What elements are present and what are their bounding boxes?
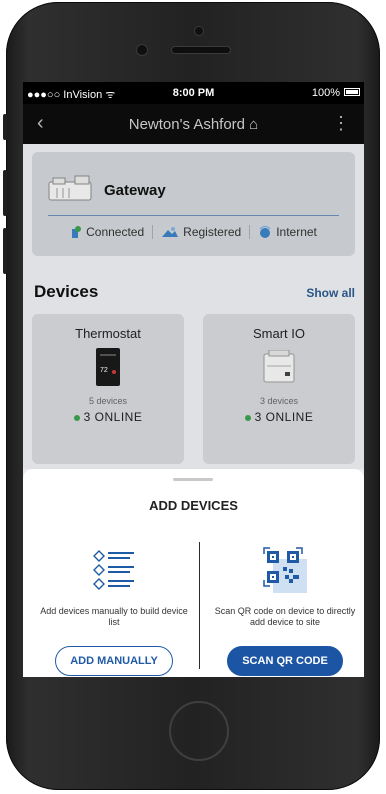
add-devices-sheet: ADD DEVICES Add devices manually to buil… xyxy=(23,469,364,677)
device-online-status: 3 ONLINE xyxy=(203,410,355,424)
mute-switch xyxy=(3,114,7,140)
registered-icon xyxy=(162,227,179,237)
device-count: 5 devices xyxy=(88,396,128,406)
device-online-status: 3 ONLINE xyxy=(32,410,184,424)
status-connected: Connected xyxy=(62,225,152,239)
gateway-title: Gateway xyxy=(104,182,166,199)
volume-up-button xyxy=(3,170,7,216)
front-camera xyxy=(194,26,204,36)
nav-bar: ‹ Newton's Ashford ⌂ ⋮ xyxy=(23,104,364,144)
device-card-thermostat[interactable]: Thermostat 72 5 devices 3 ONLINE xyxy=(32,314,184,464)
battery-icon xyxy=(344,88,360,96)
internet-icon xyxy=(259,225,271,238)
sheet-drag-handle[interactable] xyxy=(173,478,213,481)
devices-header: Devices Show all xyxy=(32,270,355,310)
online-dot-icon xyxy=(244,414,251,421)
proximity-sensor xyxy=(136,44,148,56)
battery-percent: 100% xyxy=(311,87,340,99)
status-bar: ●●●○○ InVision ᯤ 8:00 PM 100% xyxy=(23,82,364,104)
status-registered-label: Registered xyxy=(183,225,242,239)
thermostat-icon: 72 xyxy=(96,348,120,386)
svg-text:72: 72 xyxy=(100,367,108,374)
options-divider xyxy=(199,542,200,669)
status-connected-label: Connected xyxy=(86,225,145,239)
add-manually-button[interactable]: ADD MANUALLY xyxy=(55,646,173,676)
home-button[interactable] xyxy=(169,701,229,761)
add-manually-description: Add devices manually to build device lis… xyxy=(40,606,188,627)
gateway-divider xyxy=(48,215,339,216)
device-category-row: Thermostat 72 5 devices 3 ONLINE Smart I… xyxy=(32,314,355,464)
scan-qr-description: Scan QR code on device to directly add d… xyxy=(214,606,356,627)
status-internet-label: Internet xyxy=(276,225,317,239)
checklist-icon xyxy=(93,550,134,590)
device-count: 3 devices xyxy=(259,396,299,406)
device-name: Thermostat xyxy=(75,326,141,341)
online-dot-icon xyxy=(73,414,80,421)
earpiece-speaker xyxy=(171,46,231,54)
status-internet: Internet xyxy=(250,225,325,239)
show-all-link[interactable]: Show all xyxy=(306,286,355,300)
add-manually-option: Add devices manually to build device lis… xyxy=(39,546,189,676)
online-count: 3 ONLINE xyxy=(254,410,314,424)
volume-down-button xyxy=(3,228,7,274)
gateway-card[interactable]: Gateway Connected Registered Internet xyxy=(32,152,355,256)
sheet-title: ADD DEVICES xyxy=(149,498,238,513)
qr-code-icon xyxy=(263,547,307,593)
online-count: 3 ONLINE xyxy=(83,410,143,424)
device-name: Smart IO xyxy=(252,326,305,341)
status-registered: Registered xyxy=(153,225,249,239)
device-card-smart-io[interactable]: Smart IO 3 devices 3 ONLINE xyxy=(203,314,355,464)
app-screen: ●●●○○ InVision ᯤ 8:00 PM 100% ‹ Newton's… xyxy=(23,82,364,677)
devices-title: Devices xyxy=(34,282,99,301)
more-options-icon[interactable]: ⋮ xyxy=(332,113,350,134)
scan-qr-option: Scan QR code on device to directly add d… xyxy=(210,546,360,676)
gateway-status-row: Connected Registered Internet xyxy=(32,225,355,239)
gateway-device-icon xyxy=(48,175,92,201)
main-content: Gateway Connected Registered Internet De… xyxy=(23,144,364,464)
site-title: Newton's Ashford ⌂ xyxy=(128,116,259,133)
smart-io-icon xyxy=(263,350,295,383)
scan-qr-button[interactable]: SCAN QR CODE xyxy=(227,646,343,676)
connected-icon xyxy=(72,226,82,238)
